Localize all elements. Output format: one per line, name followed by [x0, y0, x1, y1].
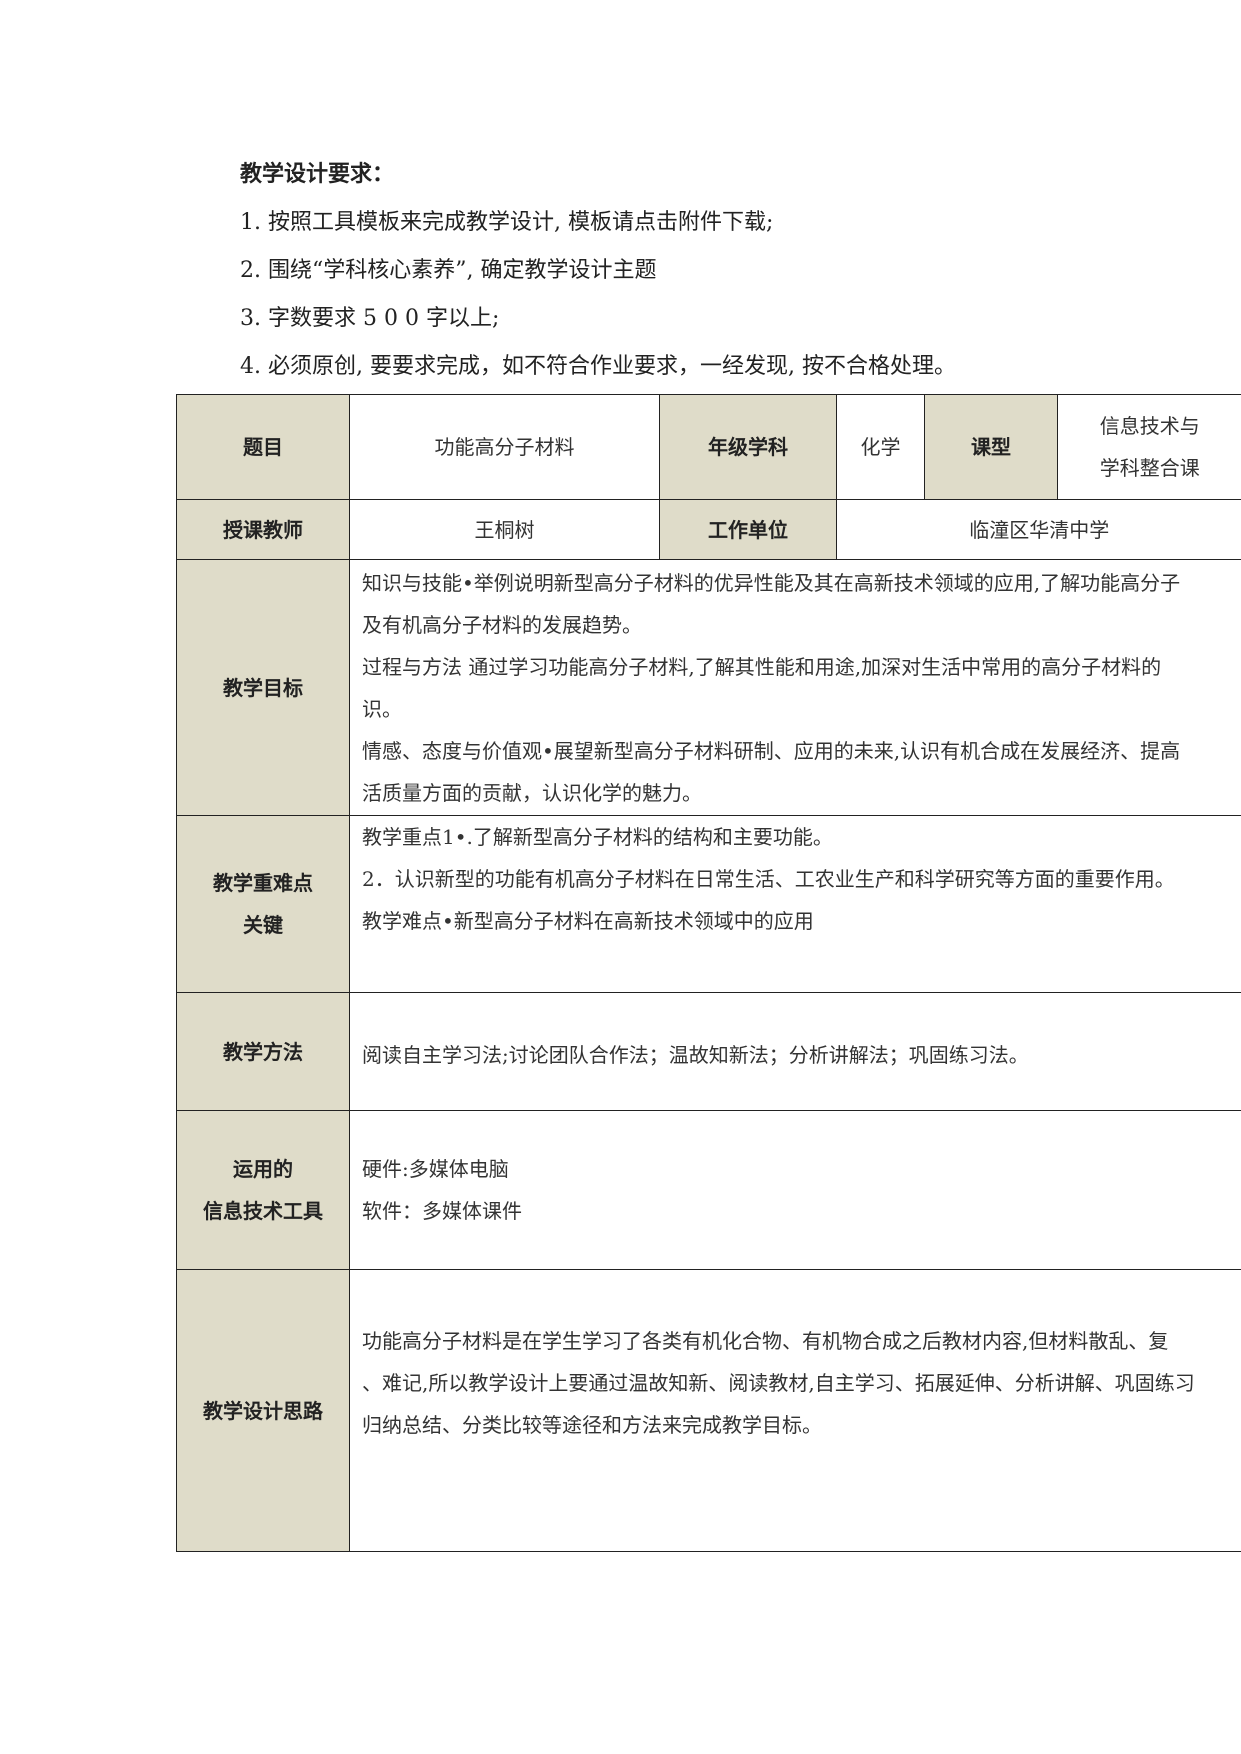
- teacher-label: 授课教师: [176, 499, 350, 560]
- teaching-methods-label: 教学方法: [176, 992, 350, 1111]
- key-points-label-line-2: 关键: [243, 913, 283, 937]
- table-row: 教学重难点 关键 教学重点1•.了解新型高分子材料的结构和主要功能。 2．认识新…: [176, 815, 1241, 993]
- goals-line-1: 知识与技能•举例说明新型高分子材料的优异性能及其在高新技术领域的应用,了解功能高…: [362, 570, 1181, 595]
- design-idea-label: 教学设计思路: [176, 1269, 350, 1552]
- requirement-item-2: 2. 围绕“学科核心素养”, 确定教学设计主题: [240, 258, 657, 283]
- design-idea-line-1: 功能高分子材料是在学生学习了各类有机化合物、有机物合成之后教材内容,但材料散乱、…: [362, 1329, 1169, 1353]
- design-idea-line-2: 、难记,所以教学设计上要通过温故知新、阅读教材,自主学习、拓展延伸、分析讲解、巩…: [362, 1371, 1195, 1395]
- table-row: 授课教师 王桐树 工作单位 临潼区华清中学: [176, 499, 1241, 560]
- goals-line-4: 识。: [362, 696, 402, 721]
- key-points-line-2: 2．认识新型的功能有机高分子材料在日常生活、工农业生产和科学研究等方面的重要作用…: [362, 867, 1175, 891]
- teaching-methods-content: 阅读自主学习法;讨论团队合作法；温故知新法；分析讲解法；巩固练习法。: [349, 992, 1241, 1111]
- table-row: 运用的 信息技术工具 硬件:多媒体电脑 软件：多媒体课件: [176, 1110, 1241, 1270]
- teacher-value: 王桐树: [349, 499, 660, 560]
- it-tools-line-2: 软件：多媒体课件: [362, 1199, 522, 1223]
- teaching-goals-label: 教学目标: [176, 559, 350, 816]
- goals-line-2: 及有机高分子材料的发展趋势。: [362, 612, 642, 637]
- requirement-item-4: 4. 必须原创, 要要求完成，如不符合作业要求，一经发现, 按不合格处理。: [240, 354, 956, 379]
- requirements-title: 教学设计要求：: [240, 162, 395, 187]
- key-points-label: 教学重难点 关键: [176, 815, 350, 993]
- key-points-label-line-1: 教学重难点: [213, 871, 313, 895]
- goals-line-3: 过程与方法 通过学习功能高分子材料,了解其性能和用途,加深对生活中常用的高分子材…: [362, 654, 1162, 679]
- table-row: 教学目标 知识与技能•举例说明新型高分子材料的优异性能及其在高新技术领域的应用,…: [176, 559, 1241, 816]
- key-points-line-3: 教学难点•新型高分子材料在高新技术领域中的应用: [362, 909, 814, 933]
- lesson-type-value: 信息技术与 学科整合课: [1057, 394, 1241, 500]
- grade-subject-label: 年级学科: [659, 394, 837, 500]
- lesson-type-label: 课型: [924, 394, 1058, 500]
- topic-value: 功能高分子材料: [349, 394, 660, 500]
- table-row: 教学方法 阅读自主学习法;讨论团队合作法；温故知新法；分析讲解法；巩固练习法。: [176, 992, 1241, 1111]
- teaching-goals-content: 知识与技能•举例说明新型高分子材料的优异性能及其在高新技术领域的应用,了解功能高…: [349, 559, 1241, 816]
- requirements-section: 教学设计要求： 1. 按照工具模板来完成教学设计, 模板请点击附件下载; 2. …: [240, 155, 1220, 395]
- requirement-item-3: 3. 字数要求 5 0 0 字以上;: [240, 306, 500, 331]
- it-tools-label: 运用的 信息技术工具: [176, 1110, 350, 1270]
- goals-line-6: 活质量方面的贡献，认识化学的魅力。: [362, 780, 702, 805]
- lesson-type-value-line-2: 学科整合课: [1099, 456, 1200, 480]
- key-points-line-1: 教学重点1•.了解新型高分子材料的结构和主要功能。: [362, 825, 833, 849]
- design-idea-line-3: 归纳总结、分类比较等途径和方法来完成教学目标。: [362, 1413, 822, 1437]
- key-points-content: 教学重点1•.了解新型高分子材料的结构和主要功能。 2．认识新型的功能有机高分子…: [349, 815, 1241, 993]
- work-unit-value: 临潼区华清中学: [836, 499, 1241, 560]
- grade-subject-value: 化学: [836, 394, 925, 500]
- design-idea-content: 功能高分子材料是在学生学习了各类有机化合物、有机物合成之后教材内容,但材料散乱、…: [349, 1269, 1241, 1552]
- it-tools-content: 硬件:多媒体电脑 软件：多媒体课件: [349, 1110, 1241, 1270]
- it-tools-line-1: 硬件:多媒体电脑: [362, 1157, 509, 1181]
- table-row: 教学设计思路 功能高分子材料是在学生学习了各类有机化合物、有机物合成之后教材内容…: [176, 1269, 1241, 1552]
- lesson-plan-table: 题目 功能高分子材料 年级学科 化学 课型 信息技术与 学科整合课 授课教师 王…: [176, 394, 1241, 1552]
- table-row: 题目 功能高分子材料 年级学科 化学 课型 信息技术与 学科整合课: [176, 394, 1241, 500]
- requirement-item-1: 1. 按照工具模板来完成教学设计, 模板请点击附件下载;: [240, 210, 774, 235]
- it-tools-label-line-1: 运用的: [233, 1157, 293, 1181]
- it-tools-label-line-2: 信息技术工具: [203, 1199, 323, 1223]
- lesson-type-value-line-1: 信息技术与: [1099, 414, 1200, 438]
- goals-line-5: 情感、态度与价值观•展望新型高分子材料研制、应用的未来,认识有机合成在发展经济、…: [362, 738, 1181, 763]
- topic-label: 题目: [176, 394, 350, 500]
- teaching-methods-text: 阅读自主学习法;讨论团队合作法；温故知新法；分析讲解法；巩固练习法。: [362, 1042, 1029, 1067]
- work-unit-label: 工作单位: [659, 499, 837, 560]
